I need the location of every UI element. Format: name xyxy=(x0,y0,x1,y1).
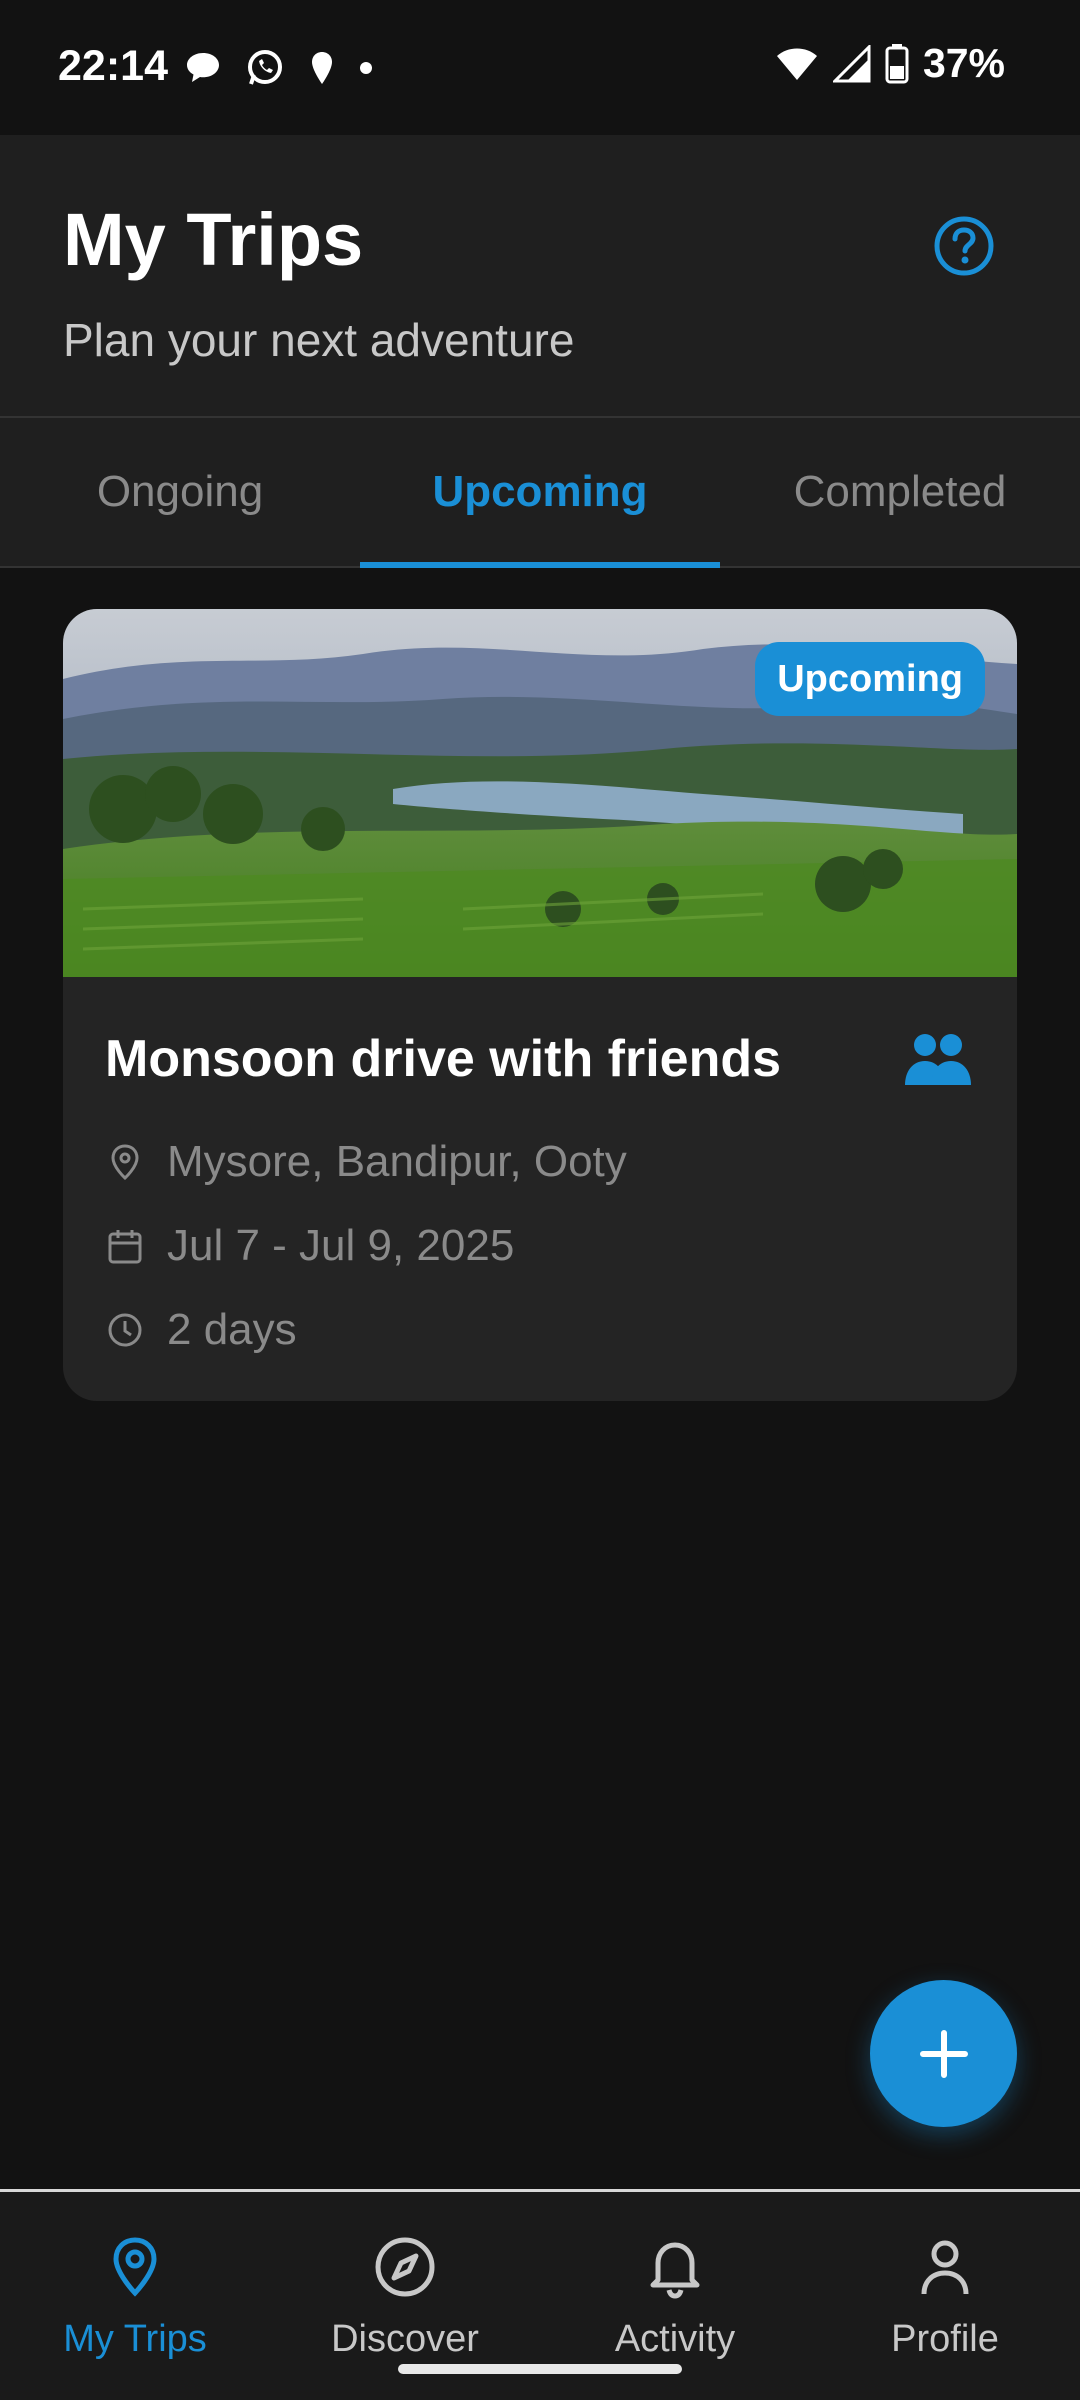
trip-dates-row: Jul 7 - Jul 9, 2025 xyxy=(105,1221,514,1271)
status-time: 22:14 xyxy=(58,42,168,90)
location-pin-icon xyxy=(113,2237,157,2297)
page-subtitle: Plan your next adventure xyxy=(63,314,575,366)
status-bar: 22:14 37% xyxy=(0,0,1080,135)
nav-label: Discover xyxy=(331,2318,479,2360)
notification-icons xyxy=(185,48,373,88)
tab-ongoing[interactable]: Ongoing xyxy=(0,418,360,566)
calendar-icon xyxy=(108,1230,142,1264)
nav-profile[interactable]: Profile xyxy=(810,2192,1080,2400)
clock-icon xyxy=(108,1313,142,1347)
trip-dates: Jul 7 - Jul 9, 2025 xyxy=(167,1221,515,1270)
trip-tabs: Ongoing Upcoming Completed xyxy=(0,418,1080,568)
status-badge: Upcoming xyxy=(755,642,985,716)
chat-bubble-icon xyxy=(187,53,219,82)
trip-location-row: Mysore, Bandipur, Ooty xyxy=(105,1137,627,1187)
trip-duration-row: 2 days xyxy=(105,1305,297,1355)
plus-icon xyxy=(919,2029,968,2078)
group-icon xyxy=(905,1034,971,1085)
trip-location: Mysore, Bandipur, Ooty xyxy=(167,1137,627,1186)
bell-icon xyxy=(650,2242,700,2299)
nav-label: My Trips xyxy=(63,2318,207,2360)
location-pin-icon xyxy=(111,1144,139,1181)
location-pin-icon xyxy=(312,52,332,84)
wifi-icon xyxy=(776,48,817,80)
help-circle-icon[interactable] xyxy=(933,215,995,277)
dot-icon xyxy=(360,62,372,74)
system-icons: 37% xyxy=(775,40,1005,87)
battery-icon xyxy=(885,43,909,83)
battery-percent: 37% xyxy=(922,40,1005,86)
person-icon xyxy=(921,2240,969,2295)
trip-card[interactable]: Upcoming Monsoon drive with friends Myso… xyxy=(63,609,1017,1401)
trip-title: Monsoon drive with friends xyxy=(105,1030,782,1088)
compass-icon xyxy=(375,2237,435,2297)
nav-label: Profile xyxy=(891,2318,999,2360)
whatsapp-icon xyxy=(248,50,282,85)
nav-label: Activity xyxy=(614,2318,736,2360)
tab-upcoming[interactable]: Upcoming xyxy=(360,418,720,568)
trip-duration: 2 days xyxy=(167,1305,297,1354)
page-header: My Trips Plan your next adventure xyxy=(0,135,1080,418)
home-indicator[interactable] xyxy=(398,2364,682,2374)
signal-icon xyxy=(832,44,871,82)
page-title: My Trips xyxy=(63,198,364,281)
tab-completed[interactable]: Completed xyxy=(720,418,1080,566)
add-trip-button[interactable] xyxy=(870,1980,1017,2127)
nav-my-trips[interactable]: My Trips xyxy=(0,2192,270,2400)
